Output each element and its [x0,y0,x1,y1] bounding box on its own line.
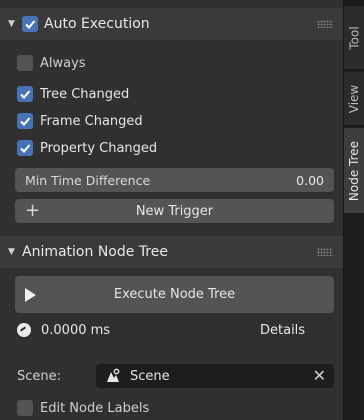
auto-execution-checkbox[interactable] [22,16,38,32]
animation-node-tree-header[interactable]: ▼ Animation Node Tree [0,236,343,268]
auto-execution-title: Auto Execution [44,16,150,32]
min-time-difference-label: Min Time Difference [25,172,151,188]
checkmark-icon [25,20,36,29]
tab-tool[interactable]: Tool [344,6,364,70]
tab-node-tree[interactable]: Node Tree [344,128,364,214]
frame-changed-label: Frame Changed [40,113,143,129]
tab-view-label: View [347,84,362,113]
scene-icon [104,367,122,385]
tab-tool-label: Tool [347,25,362,50]
trigger-tree-changed[interactable]: Tree Changed [17,82,129,106]
trigger-property-changed[interactable]: Property Changed [17,136,157,160]
always-label: Always [40,55,86,71]
edit-node-labels-label: Edit Node Labels [40,400,150,416]
collapse-triangle-icon[interactable]: ▼ [8,19,22,29]
trigger-frame-changed[interactable]: Frame Changed [17,109,143,133]
execute-node-tree-button[interactable]: Execute Node Tree [15,276,334,313]
tree-changed-label: Tree Changed [40,86,130,102]
tab-view[interactable]: View [344,72,364,126]
execution-time: 0.0000 ms [41,322,111,338]
plus-icon: + [25,200,41,221]
scene-row: Scene: Scene ✕ [17,364,337,388]
property-changed-checkbox[interactable] [17,140,33,156]
tree-changed-checkbox[interactable] [17,86,33,102]
scene-selector[interactable]: Scene ✕ [96,364,334,388]
clear-scene-icon[interactable]: ✕ [313,366,326,385]
collapse-triangle-icon[interactable]: ▼ [8,247,22,257]
frame-changed-checkbox[interactable] [17,113,33,129]
checkmark-icon [20,117,31,126]
trigger-always[interactable]: Always [17,51,86,75]
edit-node-labels-row[interactable]: Edit Node Labels [17,396,149,420]
execution-timing-row: 0.0000 ms Details [17,318,317,342]
sidebar-tab-strip: Tool View Node Tree [343,0,364,420]
execute-node-tree-label: Execute Node Tree [113,287,236,302]
details-button[interactable]: Details [260,323,305,338]
sidebar-panel-area: ▼ Auto Execution Always Tree Changed Fra… [0,0,343,420]
scene-name: Scene [130,368,170,384]
new-trigger-label: New Trigger [135,203,214,219]
animation-node-tree-title: Animation Node Tree [22,244,168,260]
new-trigger-button[interactable]: + New Trigger [15,199,334,223]
auto-execution-header[interactable]: ▼ Auto Execution [0,8,343,40]
drag-grip-icon[interactable] [317,248,333,256]
property-changed-label: Property Changed [40,140,158,156]
always-checkbox[interactable] [17,55,33,71]
drag-grip-icon[interactable] [317,20,333,28]
play-icon [25,288,36,302]
min-time-difference-value: 0.00 [296,172,324,188]
checkmark-icon [20,90,31,99]
min-time-difference-field[interactable]: Min Time Difference 0.00 [15,168,334,192]
tab-node-tree-label: Node Tree [347,140,362,201]
edit-node-labels-checkbox[interactable] [17,400,33,416]
scene-label: Scene: [17,368,62,384]
clock-icon [17,323,31,337]
checkmark-icon [20,144,31,153]
